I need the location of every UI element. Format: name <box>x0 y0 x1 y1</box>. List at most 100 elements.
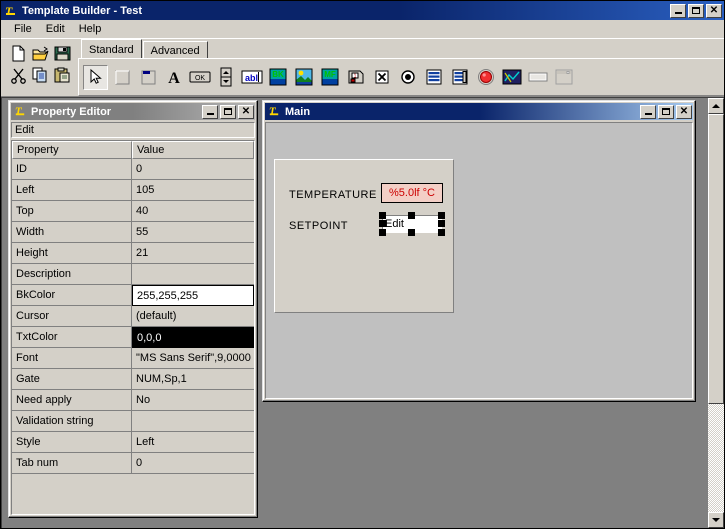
panel-icon[interactable] <box>109 65 134 90</box>
menu-item-edit[interactable]: Edit <box>39 22 72 36</box>
ok-button-icon[interactable]: OK <box>187 65 212 90</box>
property-row[interactable]: Need apply No <box>12 390 254 411</box>
property-name-cell[interactable]: Height <box>12 243 132 264</box>
property-value-cell[interactable]: 0 <box>132 159 254 180</box>
property-value-cell[interactable]: 0,0,0 <box>132 327 254 348</box>
text-label-icon[interactable]: A <box>161 65 186 90</box>
design-canvas[interactable]: TEMPERATURE SETPOINT %5.0lf °C Edit <box>265 122 693 399</box>
property-row[interactable]: Style Left <box>12 432 254 453</box>
pointer-arrow-icon[interactable] <box>83 64 108 90</box>
groupbox-icon[interactable] <box>135 65 160 90</box>
property-name-cell[interactable]: Gate <box>12 369 132 390</box>
property-row[interactable]: BkColor 255,255,255 <box>12 285 254 306</box>
property-value-cell[interactable]: 40 <box>132 201 254 222</box>
property-row[interactable]: ID 0 <box>12 159 254 180</box>
resize-handle-e[interactable] <box>438 220 445 227</box>
scrollbar-thumb[interactable] <box>708 114 724 404</box>
bitmap-bk-icon[interactable]: BK <box>265 65 290 90</box>
main-window-minimize-button[interactable] <box>640 104 656 119</box>
resize-handle-se[interactable] <box>438 229 445 236</box>
resize-handle-ne[interactable] <box>438 212 445 219</box>
property-name-cell[interactable]: Width <box>12 222 132 243</box>
property-editor-window[interactable]: T Property Editor ✕ Edit Property Value … <box>8 100 258 518</box>
metafile-icon[interactable]: MF <box>317 65 342 90</box>
scroll-down-button[interactable] <box>708 512 724 528</box>
property-editor-close-button[interactable]: ✕ <box>238 104 254 119</box>
combo-box-icon[interactable] <box>447 65 472 90</box>
resize-handle-sw[interactable] <box>379 229 386 236</box>
save-disk-icon[interactable] <box>51 42 73 64</box>
copy-icon[interactable] <box>29 64 51 86</box>
tab-standard[interactable]: Standard <box>81 39 142 58</box>
property-name-cell[interactable]: Cursor <box>12 306 132 327</box>
property-name-cell[interactable]: Description <box>12 264 132 285</box>
design-form-panel[interactable]: TEMPERATURE SETPOINT %5.0lf °C Edit <box>274 159 454 313</box>
property-grid[interactable]: Property Value ID 0 Left 105 Top 40 Width 55 Hei… <box>11 140 255 515</box>
temperature-display-field[interactable]: %5.0lf °C <box>381 183 443 203</box>
property-row[interactable]: Font "MS Sans Serif",9,0000 <box>12 348 254 369</box>
scroll-up-button[interactable] <box>708 98 724 114</box>
property-value-cell[interactable]: "MS Sans Serif",9,0000 <box>132 348 254 369</box>
paste-clipboard-icon[interactable] <box>51 64 73 86</box>
property-editor-maximize-button[interactable] <box>220 104 236 119</box>
tab-advanced[interactable]: Advanced <box>142 41 208 58</box>
list-box-icon[interactable] <box>421 65 446 90</box>
menu-item-help[interactable]: Help <box>72 22 109 36</box>
led-indicator-icon[interactable] <box>473 65 498 90</box>
property-value-cell[interactable]: 55 <box>132 222 254 243</box>
resize-handle-w[interactable] <box>379 220 386 227</box>
column-header-value[interactable]: Value <box>132 141 254 159</box>
property-row[interactable]: Description <box>12 264 254 285</box>
picture-icon[interactable] <box>291 65 316 90</box>
mdi-surface[interactable]: T Property Editor ✕ Edit Property Value … <box>1 97 708 528</box>
property-name-cell[interactable]: TxtColor <box>12 327 132 348</box>
property-name-cell[interactable]: Validation string <box>12 411 132 432</box>
property-value-cell[interactable]: 105 <box>132 180 254 201</box>
device-icon[interactable]: 1 <box>343 65 368 90</box>
minimize-button[interactable] <box>670 3 686 18</box>
property-editor-minimize-button[interactable] <box>202 104 218 119</box>
column-header-property[interactable]: Property <box>12 141 132 159</box>
property-value-cell[interactable]: No <box>132 390 254 411</box>
open-folder-icon[interactable] <box>29 42 51 64</box>
property-row[interactable]: Height 21 <box>12 243 254 264</box>
property-name-cell[interactable]: ID <box>12 159 132 180</box>
property-name-cell[interactable]: Tab num <box>12 453 132 474</box>
mdi-vertical-scrollbar[interactable] <box>708 97 724 528</box>
property-value-cell[interactable]: Left <box>132 432 254 453</box>
property-name-cell[interactable]: Need apply <box>12 390 132 411</box>
property-value-cell[interactable] <box>132 411 254 432</box>
property-row[interactable]: Top 40 <box>12 201 254 222</box>
window-frame-icon[interactable] <box>551 65 576 90</box>
selected-object-field[interactable]: Edit <box>11 122 255 138</box>
property-row[interactable]: Validation string <box>12 411 254 432</box>
menu-item-file[interactable]: File <box>7 22 39 36</box>
label-temperature[interactable]: TEMPERATURE <box>289 189 377 201</box>
property-name-cell[interactable]: Top <box>12 201 132 222</box>
cut-scissors-icon[interactable] <box>7 64 29 86</box>
property-row[interactable]: Cursor (default) <box>12 306 254 327</box>
property-value-cell[interactable]: 255,255,255 <box>132 285 254 306</box>
property-value-cell[interactable]: 0 <box>132 453 254 474</box>
main-design-window[interactable]: T Main ✕ TEMPERATURE SETPOINT %5.0lf °C … <box>262 100 696 402</box>
resize-handle-n[interactable] <box>408 212 415 219</box>
progress-bar-icon[interactable] <box>525 65 550 90</box>
close-button[interactable]: ✕ <box>706 3 722 18</box>
resize-handle-nw[interactable] <box>379 212 386 219</box>
chart-icon[interactable] <box>499 65 524 90</box>
main-window-close-button[interactable]: ✕ <box>676 104 692 119</box>
scrollbar-track[interactable] <box>708 404 724 512</box>
setpoint-edit-selection[interactable]: Edit <box>379 212 445 236</box>
property-value-cell[interactable] <box>132 264 254 285</box>
property-row[interactable]: Left 105 <box>12 180 254 201</box>
property-row[interactable]: Width 55 <box>12 222 254 243</box>
property-row[interactable]: Tab num 0 <box>12 453 254 474</box>
checkbox-icon[interactable] <box>369 65 394 90</box>
property-row[interactable]: TxtColor 0,0,0 <box>12 327 254 348</box>
property-value-cell[interactable]: NUM,Sp,1 <box>132 369 254 390</box>
spin-updown-icon[interactable] <box>213 65 238 90</box>
new-file-icon[interactable] <box>7 42 29 64</box>
radio-button-icon[interactable] <box>395 65 420 90</box>
resize-handle-s[interactable] <box>408 229 415 236</box>
edit-box-icon[interactable]: abl <box>239 65 264 90</box>
